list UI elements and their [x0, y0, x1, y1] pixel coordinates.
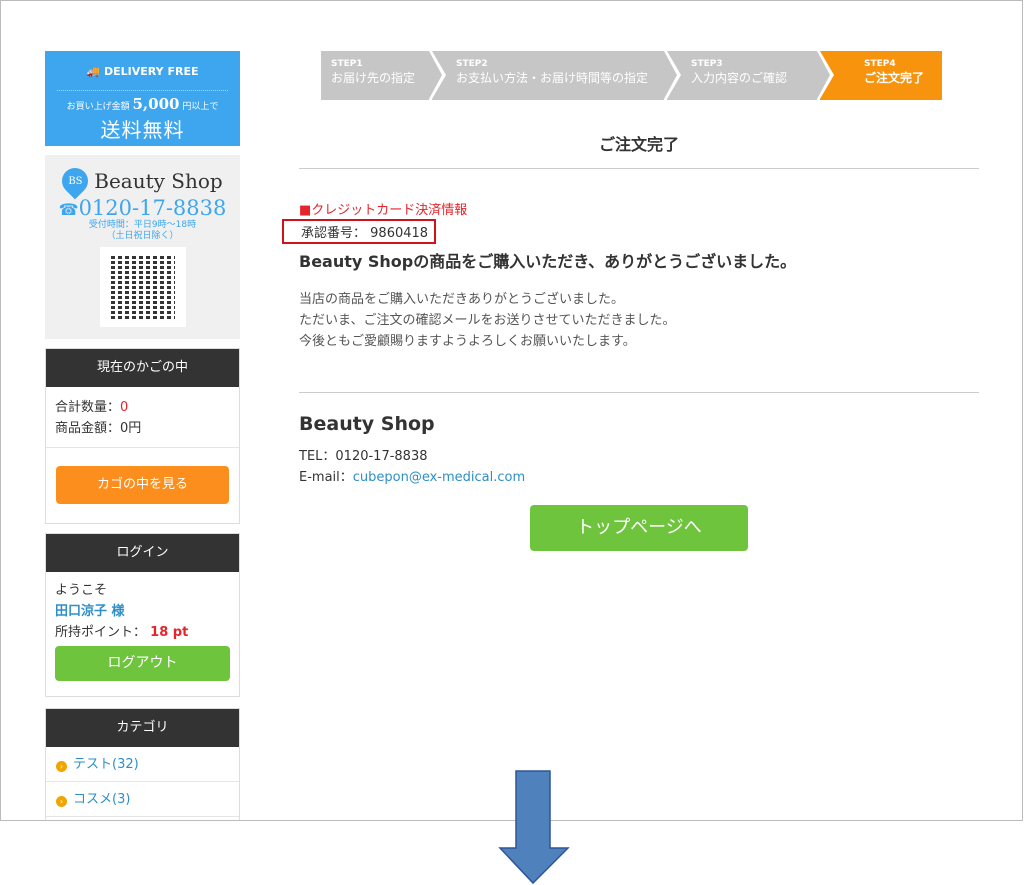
category-widget: カテゴリ › テスト(32) › コスメ(3) — [45, 708, 240, 820]
page-title: ご注文完了 — [299, 131, 979, 169]
promo-condition: お買い上げ金額 — [66, 102, 130, 112]
welcome-text: ようこそ — [55, 583, 108, 598]
drop-logo-icon: BS — [56, 162, 94, 200]
order-complete-content: ご注文完了 ■クレジットカード決済情報 承認番号： 9860418 Beauty… — [282, 101, 979, 551]
login-widget: ログイン ようこそ 田口涼子 様 所持ポイント： 18 pt ログアウト — [45, 533, 240, 697]
shop-contact: TEL：0120-17-8838 E-mail：cubepon@ex-medic… — [299, 446, 979, 488]
category-item[interactable]: › コスメ(3) — [46, 782, 239, 817]
approval-number-highlight: 承認番号： 9860418 — [282, 219, 437, 244]
qr-code-icon — [99, 247, 186, 327]
qty-label: 合計数量： — [55, 400, 121, 415]
approval-number: 9860418 — [370, 226, 429, 241]
thanks-message: 当店の商品をご購入いただきありがとうございました。 ただいま、ご注文の確認メール… — [299, 289, 979, 393]
delivery-truck-icon: 🚚 DELIVERY FREE — [86, 65, 199, 78]
logout-button[interactable]: ログアウト — [55, 646, 230, 681]
points-label: 所持ポイント： — [55, 625, 147, 640]
credit-card-info-heading: ■クレジットカード決済情報 — [299, 203, 468, 218]
free-shipping-banner[interactable]: 🚚 DELIVERY FREE お買い上げ金額 5,000 円以上で 送料無料 — [45, 51, 240, 146]
amount-label: 商品金額： — [55, 421, 121, 436]
promo-headline: 送料無料 — [100, 118, 185, 142]
shop-logo[interactable]: BS Beauty Shop — [45, 162, 240, 200]
business-hours-note: （土日祝日除く） — [106, 231, 179, 241]
step-2: STEP2 お支払い方法・お届け時間等の指定 — [432, 51, 677, 100]
browser-screenshot: 🚚 DELIVERY FREE お買い上げ金額 5,000 円以上で 送料無料 … — [0, 0, 1023, 821]
chevron-right-icon: › — [56, 796, 67, 807]
message-line: ただいま、ご注文の確認メールをお送りさせていただきました。 — [299, 313, 676, 328]
step-1: STEP1 お届け先の指定 — [321, 51, 442, 100]
cart-title: 現在のかごの中 — [46, 349, 239, 387]
chevron-right-icon: › — [56, 761, 67, 772]
shop-info-card: BS Beauty Shop ☎0120-17-8838 受付時間：平日9時～1… — [45, 155, 240, 339]
email-link[interactable]: cubepon@ex-medical.com — [353, 470, 525, 485]
shop-tel: TEL：0120-17-8838 — [299, 449, 428, 464]
checkout-steps: STEP1 お届け先の指定 STEP2 お支払い方法・お届け時間等の指定 STEP3… — [321, 51, 945, 100]
points-value: 18 pt — [150, 625, 189, 640]
top-page-button[interactable]: トップページへ — [530, 505, 748, 551]
thanks-heading: Beauty Shopの商品をご購入いただき、ありがとうございました。 — [299, 252, 797, 271]
shop-name: Beauty Shop — [299, 413, 435, 435]
shop-logo-name: Beauty Shop — [94, 169, 223, 193]
category-title: カテゴリ — [46, 709, 239, 747]
step-4-active: STEP4 ご注文完了 — [820, 51, 942, 100]
email-label: E-mail： — [299, 470, 353, 485]
user-name[interactable]: 田口涼子 様 — [55, 601, 230, 622]
freedial-icon: ☎ — [58, 200, 79, 219]
amount-value: 0円 — [120, 421, 142, 436]
view-cart-button[interactable]: カゴの中を見る — [56, 466, 229, 504]
qty-value: 0 — [120, 400, 129, 415]
down-arrow-icon — [498, 770, 570, 885]
promo-suffix: 円以上で — [182, 102, 219, 112]
step-3: STEP3 入力内容のご確認 — [667, 51, 830, 100]
message-line: 今後ともご愛顧賜りますようよろしくお願いいたします。 — [299, 334, 636, 349]
login-title: ログイン — [46, 534, 239, 572]
approval-label: 承認番号： — [301, 226, 367, 241]
business-hours: 受付時間：平日9時～18時 — [88, 220, 197, 230]
message-line: 当店の商品をご購入いただきありがとうございました。 — [299, 292, 625, 307]
category-item[interactable]: › テスト(32) — [46, 747, 239, 782]
cart-widget: 現在のかごの中 合計数量：0 商品金額：0円 カゴの中を見る — [45, 348, 240, 524]
promo-amount: 5,000 — [132, 95, 180, 113]
